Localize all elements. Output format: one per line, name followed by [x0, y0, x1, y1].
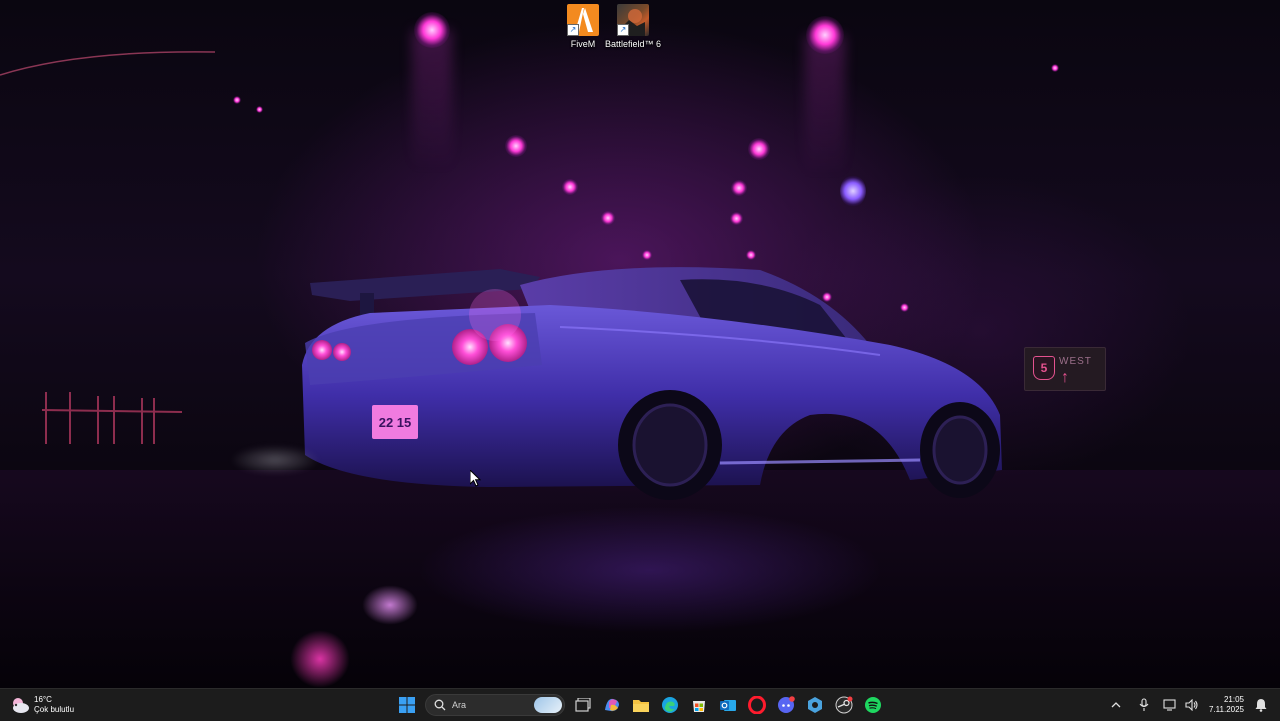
exhaust-smoke — [230, 445, 320, 475]
street-light — [256, 106, 263, 113]
show-hidden-icons-button[interactable] — [1107, 696, 1125, 714]
search-icon — [434, 699, 446, 711]
street-light — [806, 16, 844, 54]
street-light — [505, 135, 527, 157]
shortcut-arrow-icon: ↗ — [617, 24, 629, 36]
windows-start-icon — [398, 697, 415, 713]
desktop-wallpaper: 5 WEST ↑ 22 15 — [0, 0, 1280, 688]
microsoft-store-icon — [692, 701, 705, 712]
volume-button[interactable] — [1183, 696, 1201, 714]
taskbar: 16°C Çok bulutlu Ara 21:05 7.11.2025 — [0, 688, 1280, 721]
spotify-icon — [864, 697, 881, 713]
chevron-up-icon — [1111, 702, 1121, 708]
clock-date: 7.11.2025 — [1209, 705, 1244, 714]
microsoft-store-button[interactable] — [686, 692, 712, 718]
opera-browser-button[interactable] — [744, 692, 770, 718]
battlefield-app-icon: ↗ — [617, 4, 649, 36]
route-shield: 5 — [1033, 356, 1055, 380]
bell-icon — [1255, 699, 1267, 712]
fence — [42, 392, 183, 444]
mouse-cursor-icon — [470, 470, 482, 487]
road-sign: 5 WEST ↑ — [1024, 347, 1106, 391]
discord-button[interactable] — [773, 692, 799, 718]
microphone-button[interactable] — [1135, 696, 1153, 714]
desktop-icon-battlefield[interactable]: ↗ Battlefield™ 6 — [603, 4, 663, 49]
street-light — [748, 138, 770, 160]
settings-app-button[interactable] — [802, 692, 828, 718]
spotify-button[interactable] — [860, 692, 886, 718]
taskbar-search[interactable]: Ara — [425, 694, 565, 716]
network-button[interactable] — [1161, 696, 1179, 714]
task-view-button[interactable] — [570, 692, 596, 718]
street-light — [840, 175, 866, 207]
task-view-icon — [574, 698, 591, 712]
copilot-m365-button[interactable] — [599, 692, 625, 718]
network-icon — [1163, 699, 1176, 711]
search-highlight-icon — [534, 697, 562, 713]
notification-center-button[interactable] — [1252, 696, 1270, 714]
weather-temperature: 16°C — [34, 695, 52, 704]
street-light — [1051, 64, 1059, 72]
file-explorer-icon — [632, 700, 649, 712]
search-placeholder: Ara — [452, 700, 467, 710]
shortcut-arrow-icon: ↗ — [567, 24, 579, 36]
opera-browser-icon — [747, 696, 766, 714]
copilot-m365-icon — [604, 698, 619, 712]
discord-icon — [777, 696, 795, 713]
weather-condition: Çok bulutlu — [34, 705, 75, 714]
steam-button[interactable] — [831, 692, 857, 718]
settings-app-icon — [807, 697, 822, 713]
edge-browser-icon — [661, 697, 678, 713]
system-tray: 21:05 7.11.2025 — [1105, 689, 1280, 721]
weather-widget[interactable]: 16°C Çok bulutlu — [10, 692, 74, 718]
steam-icon — [835, 696, 852, 714]
outlook-mail-icon — [719, 700, 736, 711]
fivem-app-icon: ↗ — [567, 4, 599, 36]
street-light — [731, 180, 747, 196]
light-beam — [412, 30, 452, 170]
file-explorer-button[interactable] — [628, 692, 654, 718]
cloudy-weather-icon — [10, 696, 30, 714]
taskbar-clock[interactable]: 21:05 7.11.2025 — [1209, 695, 1244, 715]
windows-start-button[interactable] — [394, 692, 420, 718]
license-plate: 22 15 — [379, 415, 412, 430]
desktop-icon-label: Battlefield™ 6 — [604, 39, 662, 49]
light-reflection — [362, 585, 418, 625]
edge-browser-button[interactable] — [657, 692, 683, 718]
light-reflection — [290, 630, 350, 688]
light-beam — [805, 35, 845, 175]
street-light — [601, 211, 615, 225]
road-sign-direction: WEST — [1059, 356, 1092, 367]
street-light — [730, 212, 743, 225]
arrow-up-icon: ↑ — [1061, 369, 1069, 386]
taskbar-center: Ara — [392, 692, 887, 718]
power-line — [0, 51, 216, 76]
outlook-mail-button[interactable] — [715, 692, 741, 718]
street-light — [414, 12, 450, 48]
microphone-icon — [1139, 698, 1149, 711]
volume-icon — [1185, 699, 1198, 711]
street-light — [233, 96, 241, 104]
street-light — [562, 179, 578, 195]
clock-time: 21:05 — [1223, 695, 1244, 704]
neon-car-wallpaper: 22 15 — [302, 267, 1002, 500]
